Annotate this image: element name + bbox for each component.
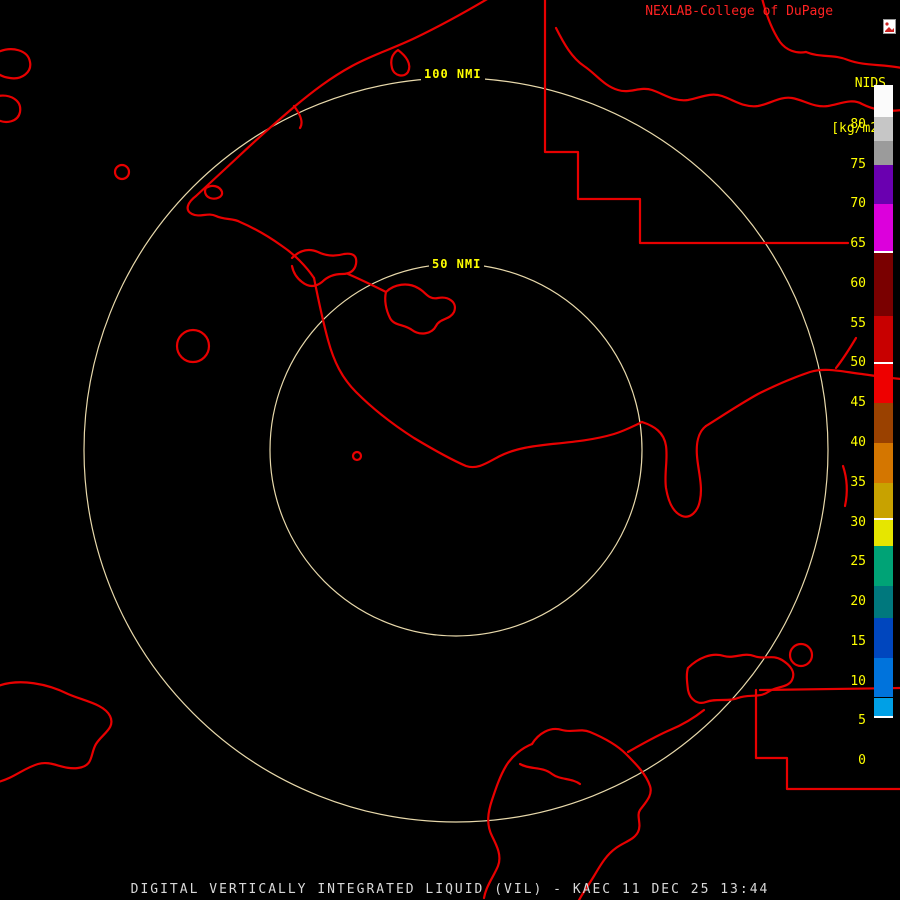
island-outline — [0, 94, 22, 123]
ring-label-50nmi: 50 NMI — [429, 257, 485, 271]
colorbar-tick-label: 20 — [850, 594, 866, 610]
colorbar-segment — [874, 403, 893, 443]
lake-outline — [788, 642, 814, 668]
colorbar-segment — [874, 482, 893, 519]
range-ring-100nmi — [83, 77, 829, 823]
coastline-path — [292, 104, 303, 130]
colorbar-tick-label: 5 — [858, 713, 866, 729]
colorbar-tick-label: 15 — [850, 633, 866, 649]
ring-label-100nmi: 100 NMI — [421, 67, 485, 81]
coastline-path — [518, 762, 582, 786]
radar-map — [0, 0, 900, 900]
colorbar-segment — [874, 697, 893, 718]
colorbar-segment — [874, 85, 893, 117]
colorbar-segment — [874, 518, 893, 547]
colorbar-separator — [874, 251, 893, 254]
colorbar-segment — [874, 717, 893, 785]
colorbar-tick-label: 45 — [850, 395, 866, 411]
island-outline — [203, 184, 224, 200]
colorbar-separator — [874, 362, 893, 365]
colorbar-segment — [874, 140, 893, 165]
colorbar-segment — [874, 204, 893, 253]
colorbar-segment — [874, 252, 893, 316]
lake-outline — [175, 328, 211, 364]
landmass-outline — [530, 727, 652, 900]
colorbar — [874, 85, 893, 785]
brand-text: NEXLAB-College of DuPage — [645, 4, 834, 19]
coastline-path — [186, 0, 488, 280]
bay-outline — [640, 420, 708, 518]
colorbar-segment — [874, 586, 893, 618]
coastline-path — [685, 653, 795, 704]
island-outline — [384, 283, 456, 335]
coastline-path — [626, 708, 706, 754]
colorbar-tick-label: 25 — [850, 554, 866, 570]
coastline-path — [312, 276, 644, 469]
colorbar-segment — [874, 116, 893, 141]
island-outline — [390, 48, 411, 77]
island-outline — [0, 48, 32, 80]
colorbar-segment — [874, 315, 893, 364]
coastline-path — [346, 272, 388, 294]
colorbar-tick-labels: 80 75 70 65 60 55 50 45 40 35 30 25 20 15 10 5 0 — [826, 85, 866, 785]
lake-outline — [351, 450, 363, 462]
colorbar-tick-label: 0 — [858, 753, 866, 769]
coastline-path — [290, 248, 358, 288]
colorbar-segment — [874, 164, 893, 205]
colorbar-tick-label: 35 — [850, 474, 866, 490]
colorbar-tick-label: 75 — [850, 156, 866, 172]
colorbar-tick-label: 70 — [850, 196, 866, 212]
colorbar-tick-label: 55 — [850, 315, 866, 331]
range-rings — [83, 77, 829, 823]
colorbar-tick-label: 65 — [850, 236, 866, 252]
colorbar-separator — [874, 517, 893, 520]
map-outlines — [0, 0, 900, 900]
colorbar-separator — [874, 716, 893, 719]
radar-display: 100 NMI 50 NMI NEXLAB-College of DuPage … — [0, 0, 900, 900]
colorbar-segment — [874, 442, 893, 483]
colorbar-segment — [874, 617, 893, 658]
coastline-path — [704, 368, 900, 428]
colorbar-tick-label: 60 — [850, 275, 866, 291]
colorbar-tick-label: 40 — [850, 434, 866, 450]
landmass-outline — [0, 681, 113, 783]
lake-outline — [113, 163, 131, 181]
colorbar-tick-label: 30 — [850, 514, 866, 530]
colorbar-tick-label: 10 — [850, 673, 866, 689]
range-ring-50nmi — [269, 263, 643, 637]
colorbar-segment — [874, 546, 893, 587]
colorbar-segment — [874, 363, 893, 404]
colorbar-tick-label: 80 — [850, 116, 866, 132]
footer-caption: DIGITAL VERTICALLY INTEGRATED LIQUID (VI… — [130, 882, 770, 897]
colorbar-tick-label: 50 — [850, 355, 866, 371]
colorbar-segment — [874, 657, 893, 698]
